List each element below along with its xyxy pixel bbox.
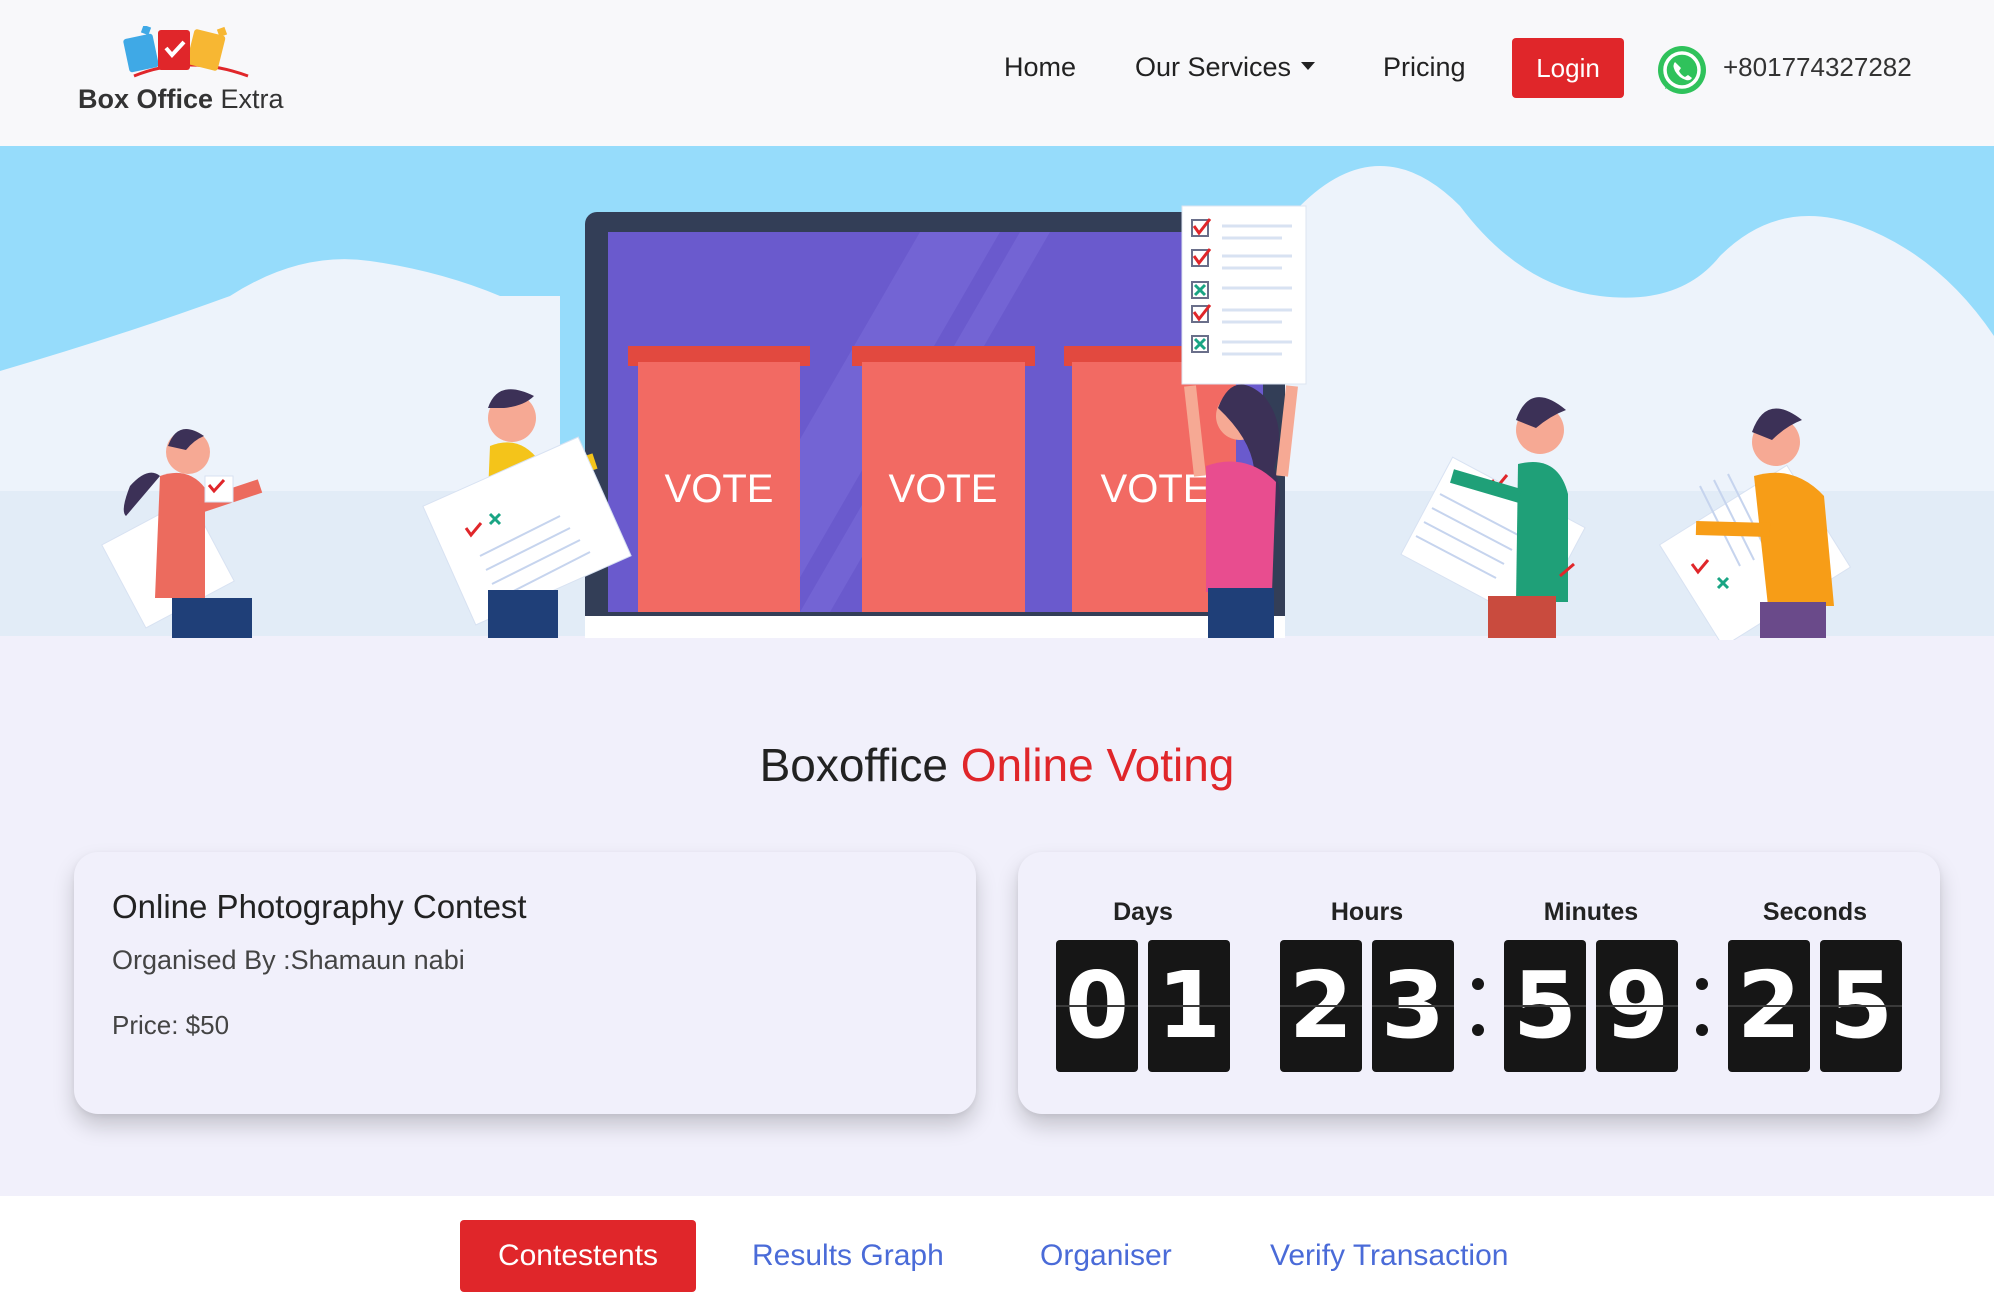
brand-logo[interactable]: Box Office Extra <box>78 24 298 122</box>
brand-name-light: Extra <box>220 84 284 114</box>
page-title: Boxoffice Online Voting <box>0 738 1994 792</box>
countdown-separator-dot <box>1696 978 1708 990</box>
phone-number[interactable]: +801774327282 <box>1723 52 1912 83</box>
contest-info-card: Online Photography Contest Organised By … <box>74 852 976 1114</box>
ticket-logo-icon <box>123 24 249 78</box>
countdown-separator-dot <box>1472 1024 1484 1036</box>
contest-price: Price: $50 <box>112 1010 230 1040</box>
countdown-minutes-digit-1: 5 <box>1504 940 1586 1072</box>
countdown-timer-card: Days Hours Minutes Seconds 0 1 2 3 5 9 2… <box>1018 852 1940 1114</box>
nav-home[interactable]: Home <box>1004 52 1076 83</box>
countdown-days-digit-2: 1 <box>1148 940 1230 1072</box>
countdown-minutes-digit-2: 9 <box>1596 940 1678 1072</box>
countdown-seconds-digit-1: 2 <box>1728 940 1810 1072</box>
tab-verify-transaction[interactable]: Verify Transaction <box>1270 1220 1508 1292</box>
tab-contestents[interactable]: Contestents <box>460 1220 696 1292</box>
page-title-prefix: Boxoffice <box>759 739 948 791</box>
countdown-hours-label: Hours <box>1330 898 1404 926</box>
brand-name: Box Office Extra <box>78 84 284 115</box>
login-button[interactable]: Login <box>1512 38 1624 98</box>
ballot-box-1: VOTE <box>628 346 810 612</box>
top-navbar: Box Office Extra Home Our Services Prici… <box>0 0 1994 147</box>
countdown-separator-dot <box>1696 1024 1708 1036</box>
nav-our-services[interactable]: Our Services <box>1135 52 1316 83</box>
tab-results-graph[interactable]: Results Graph <box>752 1220 944 1292</box>
chevron-down-icon <box>1301 61 1316 70</box>
contest-tabs: Contestents Results Graph Organiser Veri… <box>0 1196 1994 1314</box>
nav-our-services-label: Our Services <box>1135 52 1292 82</box>
tab-organiser[interactable]: Organiser <box>1040 1220 1172 1292</box>
ballot-box-3-label: VOTE <box>1101 467 1210 511</box>
ballot-box-1-label: VOTE <box>665 467 774 511</box>
voting-illustration: VOTE VOTE VOTE <box>0 146 1994 640</box>
countdown-days-label: Days <box>1113 898 1173 926</box>
contest-organiser: Organised By :Shamaun nabi <box>112 945 465 975</box>
countdown-seconds-label: Seconds <box>1762 898 1868 926</box>
hero-banner: VOTE VOTE VOTE <box>0 146 1994 640</box>
nav-pricing[interactable]: Pricing <box>1383 52 1466 83</box>
page-title-accent: Online Voting <box>960 739 1235 791</box>
ballot-box-2: VOTE <box>852 346 1035 612</box>
countdown-seconds-digit-2: 5 <box>1820 940 1902 1072</box>
contest-name: Online Photography Contest <box>112 888 527 925</box>
countdown-hours-digit-2: 3 <box>1372 940 1454 1072</box>
ballot-box-2-label: VOTE <box>889 467 998 511</box>
countdown-hours-digit-1: 2 <box>1280 940 1362 1072</box>
brand-name-bold: Box Office <box>78 84 214 114</box>
countdown-separator-dot <box>1472 978 1484 990</box>
countdown-days-digit-1: 0 <box>1056 940 1138 1072</box>
countdown-minutes-label: Minutes <box>1543 898 1639 926</box>
whatsapp-icon[interactable] <box>1655 43 1709 97</box>
checklist-icon <box>1181 205 1307 385</box>
